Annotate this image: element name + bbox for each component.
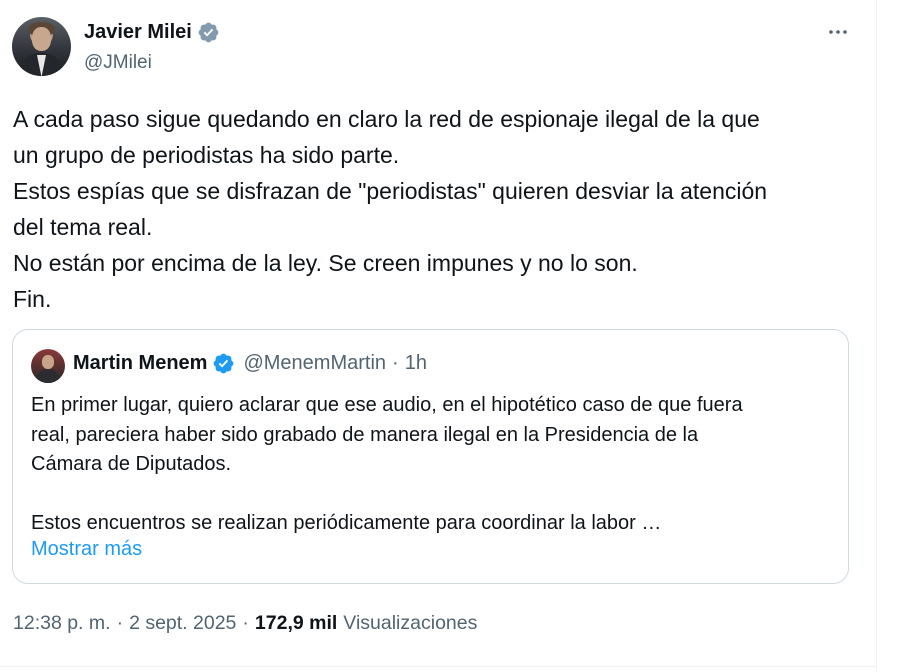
author-handle[interactable]: @JMilei xyxy=(84,52,152,74)
tweet-date[interactable]: 2 sept. 2025 xyxy=(129,612,236,635)
author-name[interactable]: Javier Milei xyxy=(84,21,192,44)
quote-author-handle[interactable]: @MenemMartin xyxy=(243,352,386,375)
more-horizontal-icon[interactable] xyxy=(826,20,850,44)
tweet-time[interactable]: 12:38 p. m. xyxy=(13,612,111,635)
views-count: 172,9 mil xyxy=(254,612,338,634)
verified-badge-icon xyxy=(198,22,219,43)
tweet: Javier Milei @JMilei A cada paso sigue q… xyxy=(0,0,876,672)
author-name-row: Javier Milei xyxy=(84,21,220,44)
separator-dot: · xyxy=(392,352,399,374)
quote-timestamp[interactable]: 1h xyxy=(405,352,427,375)
verified-badge-icon xyxy=(214,353,234,374)
show-more-link[interactable]: Mostrar más xyxy=(31,538,142,561)
tweet-text: A cada paso sigue quedando en claro la r… xyxy=(13,106,768,312)
column-divider xyxy=(876,0,877,672)
quote-text: En primer lugar, quiero aclarar que ese … xyxy=(31,394,743,534)
author-avatar[interactable] xyxy=(12,17,71,76)
separator-dot: · xyxy=(242,612,249,634)
tweet-meta: 12:38 p. m. · 2 sept. 2025 · 172,9 mil V… xyxy=(13,612,477,635)
quote-author-name[interactable]: Martin Menem xyxy=(73,352,207,375)
quote-header: Martin Menem @MenemMartin · 1h xyxy=(73,352,427,375)
quoted-tweet[interactable]: Martin Menem @MenemMartin · 1h En primer… xyxy=(12,329,849,584)
separator-dot: · xyxy=(116,612,124,634)
quote-author-avatar[interactable] xyxy=(31,349,65,383)
divider xyxy=(0,666,876,667)
views-label: Visualizaciones xyxy=(343,612,478,634)
